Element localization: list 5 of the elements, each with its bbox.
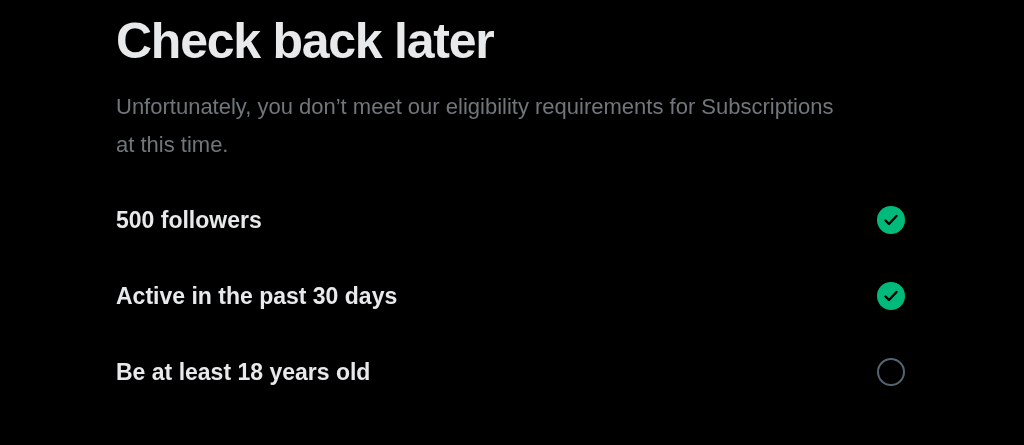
description: Unfortunately, you don’t meet our eligibility requirements for Subscriptions at this time. <box>116 93 835 159</box>
requirement-label: Be at least 18 years old <box>116 357 371 387</box>
requirement-label: Active in the past 30 days <box>116 281 398 311</box>
page-title: Check back later <box>116 12 495 71</box>
requirement-label: 500 followers <box>116 205 262 235</box>
